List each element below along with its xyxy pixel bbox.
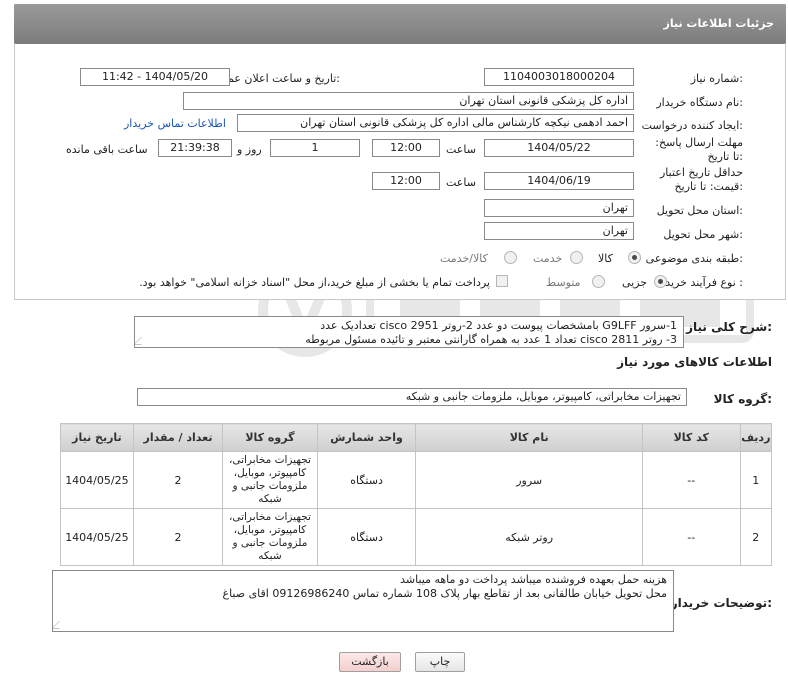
panel-title: جزئیات اطلاعات نیاز	[663, 17, 775, 30]
cell-row: 1	[739, 451, 773, 509]
deadline-time-field[interactable]: 12:00	[372, 139, 440, 157]
goods-group-label: گروه کالا:	[713, 392, 772, 406]
province-label: استان محل تحویل:	[656, 204, 743, 217]
category-radio-goods[interactable]	[628, 251, 641, 264]
buyer-notes-line-2: محل تحویل خیابان طالقانی بعد از تقاطع به…	[222, 587, 668, 600]
back-button[interactable]: بازگشت	[339, 652, 401, 672]
treasury-checkbox[interactable]	[496, 275, 508, 287]
category-radio-service[interactable]	[570, 251, 583, 264]
col-name: نام کالا	[415, 423, 643, 452]
announce-field[interactable]: 1404/05/20 - 11:42	[80, 68, 230, 86]
panel-header: جزئیات اطلاعات نیاز	[14, 4, 786, 44]
cell-date: 1404/05/25	[60, 451, 134, 509]
category-label: طبقه بندی موضوعی:	[645, 252, 743, 265]
category-option-both: کالا/خدمت	[440, 252, 488, 265]
col-row: ردیف	[739, 423, 773, 452]
goods-section-title: اطلاعات کالاهای مورد نیاز	[617, 355, 772, 369]
deadline-date-field[interactable]: 1404/05/22	[484, 139, 634, 157]
col-qty: تعداد / مقدار	[132, 423, 224, 452]
process-option-medium: متوسط	[546, 276, 581, 289]
process-label: نوع فرآیند خرید :	[665, 276, 743, 289]
cell-code: --	[641, 508, 741, 566]
category-radio-both[interactable]	[504, 251, 517, 264]
cell-qty: 2	[132, 508, 224, 566]
need-number-field[interactable]: 1104003018000204	[484, 68, 634, 86]
cell-qty: 2	[132, 451, 224, 509]
requester-label: ایجاد کننده درخواست:	[641, 119, 743, 132]
validity-label: حداقل تاریخ اعتبار قیمت: تا تاریخ:	[659, 166, 743, 193]
process-radio-minor[interactable]	[654, 275, 667, 288]
buyer-org-field[interactable]: اداره کل پزشکی قانونی استان تهران	[183, 92, 634, 110]
cell-group: تجهیزات مخابراتی، کامپیوتر، موبایل، ملزو…	[222, 508, 318, 566]
col-group: گروه کالا	[222, 423, 318, 452]
cell-name: سرور	[415, 451, 643, 509]
validity-time-label: ساعت	[446, 176, 476, 189]
goods-group-field[interactable]: تجهیزات مخابراتی، کامپیوتر، موبایل، ملزو…	[137, 388, 687, 406]
remaining-label: ساعت باقی مانده	[66, 143, 148, 156]
deadline-time-label: ساعت	[446, 143, 476, 156]
cell-unit: دستگاه	[316, 451, 417, 509]
goods-table-header: ردیف کد کالا نام کالا واحد شمارش گروه کا…	[60, 423, 773, 452]
buyer-org-label: نام دستگاه خریدار:	[656, 96, 743, 109]
summary-line-1: 1-سرور G9LFF بامشخصات پیوست دو عدد 2-روت…	[320, 319, 677, 332]
province-field[interactable]: تهران	[484, 199, 634, 217]
cell-code: --	[641, 451, 741, 509]
validity-time-field[interactable]: 12:00	[372, 172, 440, 190]
days-field[interactable]: 1	[270, 139, 360, 157]
requester-field[interactable]: احمد ادهمی نیکچه کارشناس مالی اداره کل پ…	[237, 114, 634, 132]
category-option-service: خدمت	[533, 252, 563, 265]
buyer-notes-line-1: هزینه حمل بعهده فروشنده میباشد پرداخت دو…	[400, 573, 667, 586]
col-code: کد کالا	[641, 423, 741, 452]
summary-line-2: 3- روتر cisco 2811 تعداد 1 عدد به همراه …	[305, 333, 677, 346]
cell-group: تجهیزات مخابراتی، کامپیوتر، موبایل، ملزو…	[222, 451, 318, 509]
process-radio-medium[interactable]	[592, 275, 605, 288]
process-option-minor: جزیی	[622, 276, 648, 289]
print-button[interactable]: چاپ	[415, 652, 465, 672]
buyer-contact-link[interactable]: اطلاعات تماس خریدار	[124, 117, 226, 130]
cell-date: 1404/05/25	[60, 508, 134, 566]
goods-table: ردیف کد کالا نام کالا واحد شمارش گروه کا…	[60, 423, 773, 566]
deadline-label: مهلت ارسال پاسخ: تا تاریخ:	[655, 136, 743, 163]
col-date: تاریخ نیاز	[60, 423, 134, 452]
need-number-label: شماره نیاز:	[690, 72, 743, 85]
validity-date-field[interactable]: 1404/06/19	[484, 172, 634, 190]
days-label: روز و	[237, 143, 262, 156]
remaining-time-field[interactable]: 21:39:38	[158, 139, 232, 157]
cell-row: 2	[739, 508, 773, 566]
city-label: شهر محل تحویل:	[663, 228, 743, 241]
payment-note: پرداخت تمام یا بخشی از مبلغ خرید،از محل …	[139, 276, 490, 289]
cell-unit: دستگاه	[316, 508, 417, 566]
col-unit: واحد شمارش	[316, 423, 417, 452]
table-row[interactable]: 2 -- روتر شبکه دستگاه تجهیزات مخابراتی، …	[60, 508, 773, 566]
table-row[interactable]: 1 -- سرور دستگاه تجهیزات مخابراتی، کامپی…	[60, 451, 773, 509]
cell-name: روتر شبکه	[415, 508, 643, 566]
category-option-goods: کالا	[598, 252, 613, 265]
buyer-notes-label: توضیحات خریدار:	[670, 596, 772, 610]
buyer-notes-field[interactable]: هزینه حمل بعهده فروشنده میباشد پرداخت دو…	[52, 570, 674, 632]
summary-label: شرح کلی نیاز:	[686, 320, 772, 334]
summary-field[interactable]: 1-سرور G9LFF بامشخصات پیوست دو عدد 2-روت…	[134, 316, 684, 348]
resize-grip-icon[interactable]	[53, 621, 67, 629]
city-field[interactable]: تهران	[484, 222, 634, 240]
